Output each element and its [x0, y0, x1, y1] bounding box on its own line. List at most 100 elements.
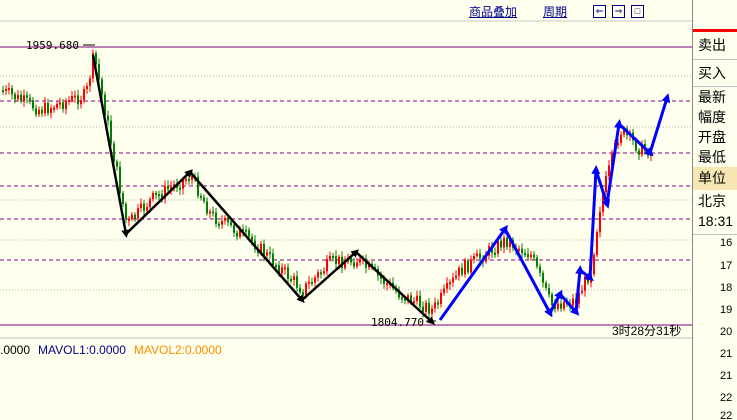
candle-body — [203, 197, 205, 202]
candle-body — [401, 297, 403, 300]
candle-body — [497, 240, 499, 254]
candle-body — [548, 287, 550, 295]
panel-toggle-button[interactable]: □ — [631, 4, 644, 18]
candle-body — [437, 302, 439, 305]
candle-body — [248, 230, 250, 237]
candle-body — [434, 302, 436, 309]
candle-body — [335, 256, 337, 265]
tick-time-5: 21 — [720, 348, 733, 360]
candle-body — [269, 252, 271, 255]
candle-body — [551, 294, 553, 305]
candle-body — [83, 89, 85, 101]
candle-body — [386, 283, 388, 286]
candle-body — [449, 282, 451, 285]
candle-body — [65, 101, 67, 110]
candle-body — [530, 254, 532, 258]
candle-body — [89, 78, 91, 87]
scroll-right-button[interactable]: ⇒ — [612, 4, 625, 18]
candle-body — [425, 302, 427, 312]
candle-body — [20, 94, 22, 101]
candle-body — [308, 281, 310, 284]
candle-body — [2, 90, 4, 92]
candle-body — [293, 276, 295, 281]
scroll-left-button[interactable]: ⇐ — [593, 4, 606, 18]
candle-body — [467, 260, 469, 273]
candle-body — [428, 302, 430, 314]
candle-body — [563, 302, 565, 309]
mavol-base: .0000 — [0, 343, 31, 357]
candle-body — [281, 267, 283, 274]
candle-body — [167, 185, 169, 190]
candle-body — [35, 108, 37, 115]
price-chart[interactable] — [0, 0, 692, 420]
candle-body — [185, 178, 187, 181]
candle-body — [443, 288, 445, 293]
candle-body — [77, 95, 79, 105]
candle-body — [518, 248, 520, 251]
candle-body — [545, 282, 547, 288]
candle-body — [56, 103, 58, 108]
candle-body — [143, 203, 145, 211]
candle-body — [116, 161, 118, 167]
candle-body — [422, 306, 424, 312]
candle-body — [17, 94, 19, 100]
candle-body — [533, 254, 535, 258]
clock-time: 18:31 — [698, 213, 734, 229]
candle-body — [110, 120, 112, 144]
candle-body — [299, 287, 301, 293]
candle-body — [284, 267, 286, 270]
candle-body — [206, 201, 208, 214]
candle-body — [146, 207, 148, 211]
candle-body — [44, 102, 46, 114]
candle-body — [470, 259, 472, 273]
candle-body — [128, 219, 130, 222]
candle-body — [14, 94, 16, 100]
candle-body — [572, 298, 574, 306]
time-label: 3时28分31秒 — [612, 324, 682, 338]
candle-body — [212, 211, 214, 214]
candle-body — [266, 252, 268, 256]
chart-toolbar: 商品叠加 周期 ⇐ ⇒ □ — [469, 3, 644, 19]
candle-body — [107, 115, 109, 121]
mavol1-value: MAVOL1:0.0000 — [38, 343, 126, 357]
candle-body — [455, 275, 457, 278]
period-link[interactable]: 周期 — [543, 3, 567, 20]
candle-body — [119, 166, 121, 193]
candle-body — [506, 237, 508, 247]
candle-body — [275, 265, 277, 268]
candle-body — [152, 192, 154, 200]
candle-body — [446, 283, 448, 289]
candle-body — [440, 292, 442, 305]
candle-body — [11, 88, 13, 95]
candle-body — [50, 108, 52, 114]
candle-body — [68, 99, 70, 102]
overlay-link[interactable]: 商品叠加 — [469, 3, 517, 20]
candle-body — [479, 253, 481, 259]
candle-body — [458, 267, 460, 276]
candle-body — [311, 281, 313, 284]
candle-body — [29, 97, 31, 101]
candle-body — [527, 254, 529, 258]
candle-body — [140, 203, 142, 209]
candle-body — [23, 95, 25, 101]
sell-label: 卖出 — [698, 37, 726, 53]
candle-body — [287, 267, 289, 279]
candle-body — [413, 301, 415, 304]
candle-body — [452, 277, 454, 283]
candle-body — [245, 229, 247, 232]
candle-body — [200, 195, 202, 198]
mavol2-value: MAVOL2:0.0000 — [133, 343, 222, 357]
price-low-label: 1804.770 — [371, 316, 424, 329]
candle-body — [353, 262, 355, 267]
unit-label: 单位 — [693, 167, 737, 190]
candle-body — [524, 253, 526, 256]
candle-body — [8, 88, 10, 91]
candle-body — [5, 88, 7, 91]
chart-area[interactable]: 商品叠加 周期 ⇐ ⇒ □ 1959.680 1804.770 3时28分31秒… — [0, 0, 692, 420]
candle-body — [608, 165, 610, 176]
tick-time-8: 22 — [720, 410, 733, 420]
candle-body — [215, 212, 217, 224]
grid-lines — [0, 100, 692, 261]
candle-body — [179, 187, 181, 190]
tick-time-0: 16 — [720, 237, 733, 249]
